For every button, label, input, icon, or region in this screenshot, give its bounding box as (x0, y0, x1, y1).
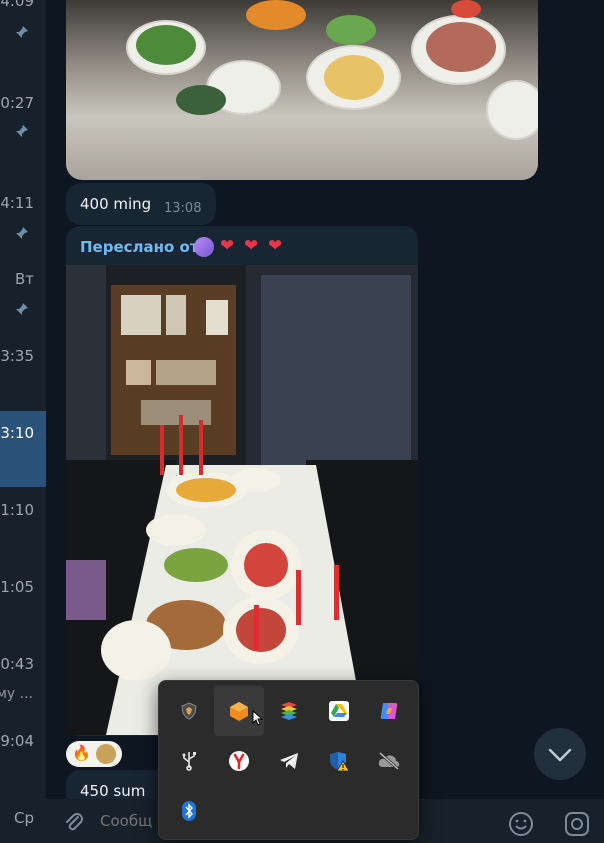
camera-icon[interactable] (564, 811, 590, 837)
scroll-to-bottom-button[interactable] (534, 728, 586, 780)
message-bubble[interactable]: 400 ming 13:08 (66, 183, 216, 225)
fruit (246, 0, 306, 30)
restaurant-photo[interactable] (66, 265, 418, 735)
orange-box-app-icon[interactable] (214, 686, 264, 736)
reaction-avatar (96, 744, 116, 764)
pin-icon (16, 125, 28, 137)
pin-icon (16, 227, 28, 239)
chevron-down-icon (548, 748, 572, 762)
usb-icon[interactable] (164, 736, 214, 786)
mouse-cursor-icon (252, 710, 264, 726)
salad (136, 25, 196, 65)
chat-time: 1:05 (0, 578, 34, 596)
chat-time: 3:10 (0, 424, 34, 442)
yandex-browser-icon[interactable] (214, 736, 264, 786)
greens (326, 15, 376, 45)
reaction-badge[interactable]: 🔥 (66, 741, 122, 767)
chat-list-item[interactable]: 4:09 (0, 0, 46, 38)
chat-list-item[interactable]: 4:11 (0, 186, 46, 262)
emoji-icon[interactable] (508, 811, 534, 837)
heart-icon: ❤ (268, 236, 283, 256)
chat-list-item[interactable]: 3:35 (0, 338, 46, 414)
chat-time: 4:11 (0, 194, 34, 212)
heart-icon: ❤ (244, 236, 259, 256)
message-text: 400 ming (80, 195, 152, 213)
windows-security-warning-icon[interactable] (314, 736, 364, 786)
telegram-icon[interactable] (264, 736, 314, 786)
pin-icon (16, 303, 28, 315)
pin-icon (16, 26, 28, 38)
heart-icon: ❤ (220, 236, 235, 256)
chat-list-item[interactable]: 9:04 (0, 722, 46, 798)
message-text: 450 sum (80, 782, 146, 800)
avatar[interactable] (194, 237, 214, 257)
chat-list-item[interactable]: 0:43 му ... (0, 646, 46, 722)
copilot-icon[interactable] (364, 686, 414, 736)
attach-icon[interactable] (62, 811, 86, 835)
chat-time: 0:43 (0, 655, 34, 673)
fire-reaction: 🔥 (72, 744, 91, 762)
chat-time: 4:09 (0, 0, 34, 10)
chat-list-item[interactable]: Ср (0, 800, 46, 843)
chat-list-sidebar: 4:09 0:27 4:11 Вт 3:35 3:10 1:10 1:05 0:… (0, 0, 46, 843)
chat-time: 1:10 (0, 501, 34, 519)
bluestacks-icon[interactable] (264, 686, 314, 736)
chat-time: 3:35 (0, 347, 34, 365)
dish (324, 55, 384, 100)
napkin (176, 85, 226, 115)
forwarded-label[interactable]: Переслано от (80, 238, 199, 256)
shield-app-icon[interactable] (164, 686, 214, 736)
chat-time: Вт (14, 270, 34, 288)
chat-time: 9:04 (0, 732, 34, 750)
sausage-platter (426, 22, 496, 72)
chat-snippet: му ... (0, 686, 33, 702)
chat-list-item[interactable]: 1:10 (0, 493, 46, 569)
chat-list-item[interactable]: Вт (0, 262, 46, 338)
chat-list-item[interactable]: 0:27 (0, 86, 46, 162)
chat-list-item[interactable]: 1:05 (0, 570, 46, 646)
google-drive-icon[interactable] (314, 686, 364, 736)
chat-time: Ср (14, 809, 34, 827)
bluetooth-icon[interactable] (164, 786, 214, 836)
tray-overflow-popup (158, 680, 419, 840)
onedrive-offline-icon[interactable] (364, 736, 414, 786)
restaurant-scene (66, 265, 418, 735)
chat-list-item-active[interactable]: 3:10 (0, 411, 46, 487)
chat-time: 0:27 (0, 94, 34, 112)
tomatoes (451, 0, 481, 18)
message-time: 13:08 (164, 201, 202, 216)
plate (486, 80, 538, 140)
banquet-photo[interactable] (66, 0, 538, 180)
